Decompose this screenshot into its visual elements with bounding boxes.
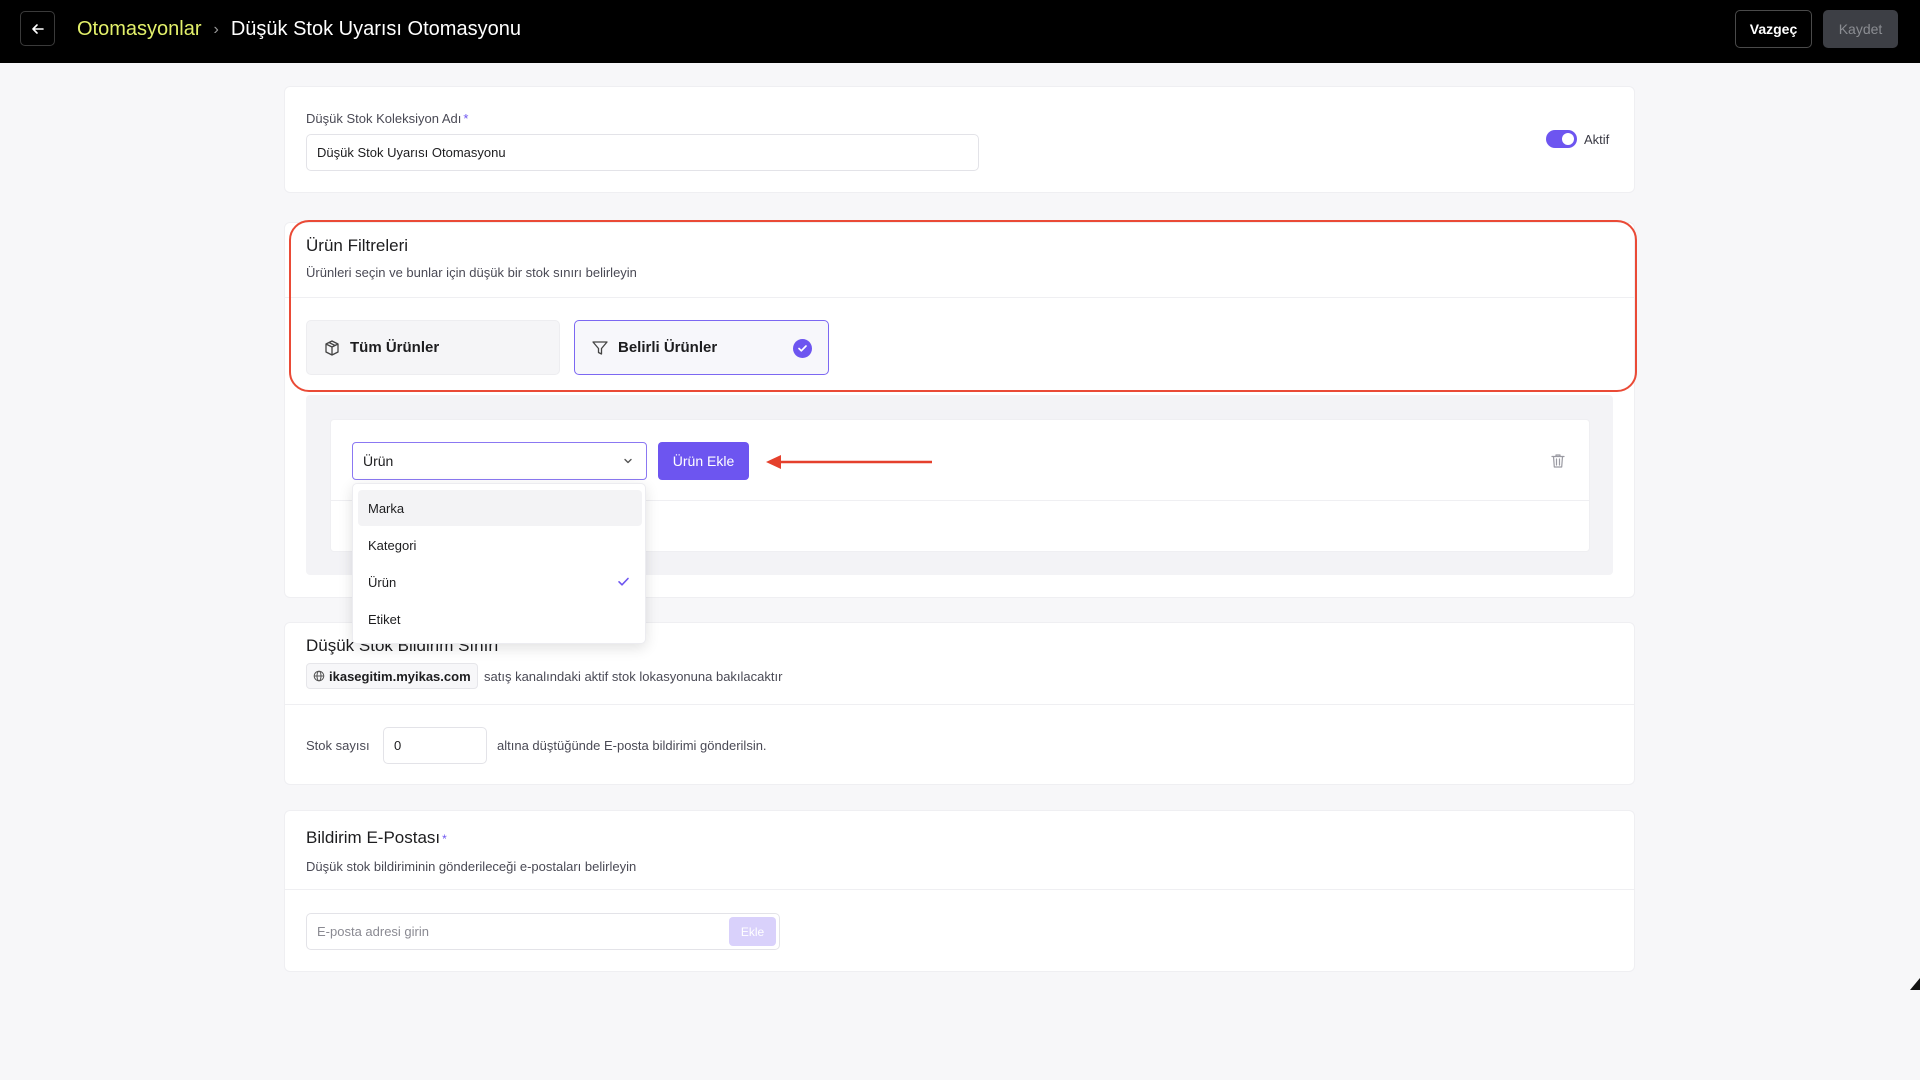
divider: [285, 889, 1634, 890]
highlight-annotation: [289, 220, 1637, 392]
stock-count-label: Stok sayısı: [306, 738, 370, 753]
notification-email-subtitle: Düşük stok bildiriminin gönderileceği e-…: [306, 859, 637, 874]
add-product-button[interactable]: Ürün Ekle: [658, 442, 749, 480]
dropdown-option-category[interactable]: Kategori: [358, 527, 642, 563]
dropdown-option-tag[interactable]: Etiket: [358, 601, 642, 637]
cancel-button[interactable]: Vazgeç: [1735, 10, 1812, 48]
divider: [285, 704, 1634, 705]
trash-icon[interactable]: [1551, 453, 1565, 469]
sales-channel-note: satış kanalındaki aktif stok lokasyonuna…: [484, 669, 783, 684]
sales-channel-domain: ikasegitim.myikas.com: [329, 668, 471, 684]
arrow-annotation: [766, 455, 932, 469]
breadcrumb: Otomasyonlar › Düşük Stok Uyarısı Otomas…: [77, 18, 521, 41]
dropdown-option-product[interactable]: Ürün: [358, 564, 642, 600]
stock-count-input[interactable]: 0: [383, 727, 487, 764]
arrow-left-icon: [31, 23, 44, 34]
chevron-down-icon: [622, 455, 634, 467]
save-button[interactable]: Kaydet: [1823, 10, 1898, 48]
page-title: Düşük Stok Uyarısı Otomasyonu: [230, 18, 521, 40]
filter-type-select[interactable]: Ürün: [352, 442, 647, 480]
stock-count-note: altına düştüğünde E-posta bildirimi gönd…: [497, 738, 767, 753]
toggle-knob: [1562, 133, 1574, 145]
notification-email-title: Bildirim E-Postası *: [306, 828, 447, 847]
filter-type-dropdown: Marka Kategori Ürün Etiket: [352, 483, 646, 644]
check-icon: [617, 575, 630, 588]
top-bar: Otomasyonlar › Düşük Stok Uyarısı Otomas…: [0, 0, 1920, 63]
dropdown-option-brand[interactable]: Marka: [358, 490, 642, 526]
breadcrumb-link-automations[interactable]: Otomasyonlar: [77, 18, 202, 41]
collection-name-input[interactable]: Düşük Stok Uyarısı Otomasyonu: [306, 134, 979, 171]
filter-type-select-value: Ürün: [363, 453, 394, 469]
cursor-icon: [1910, 978, 1920, 990]
sales-channel-chip: ikasegitim.myikas.com: [306, 663, 478, 689]
email-input[interactable]: E-posta adresi girin: [306, 913, 780, 950]
globe-icon: [313, 670, 325, 682]
add-email-button[interactable]: Ekle: [729, 917, 776, 946]
collection-name-label: Düşük Stok Koleksiyon Adı *: [306, 111, 469, 126]
active-toggle[interactable]: [1546, 130, 1577, 148]
active-toggle-wrap: Aktif: [1546, 130, 1609, 148]
chevron-right-icon: ›: [213, 20, 219, 38]
back-button[interactable]: [20, 11, 55, 46]
active-toggle-label: Aktif: [1584, 131, 1610, 147]
